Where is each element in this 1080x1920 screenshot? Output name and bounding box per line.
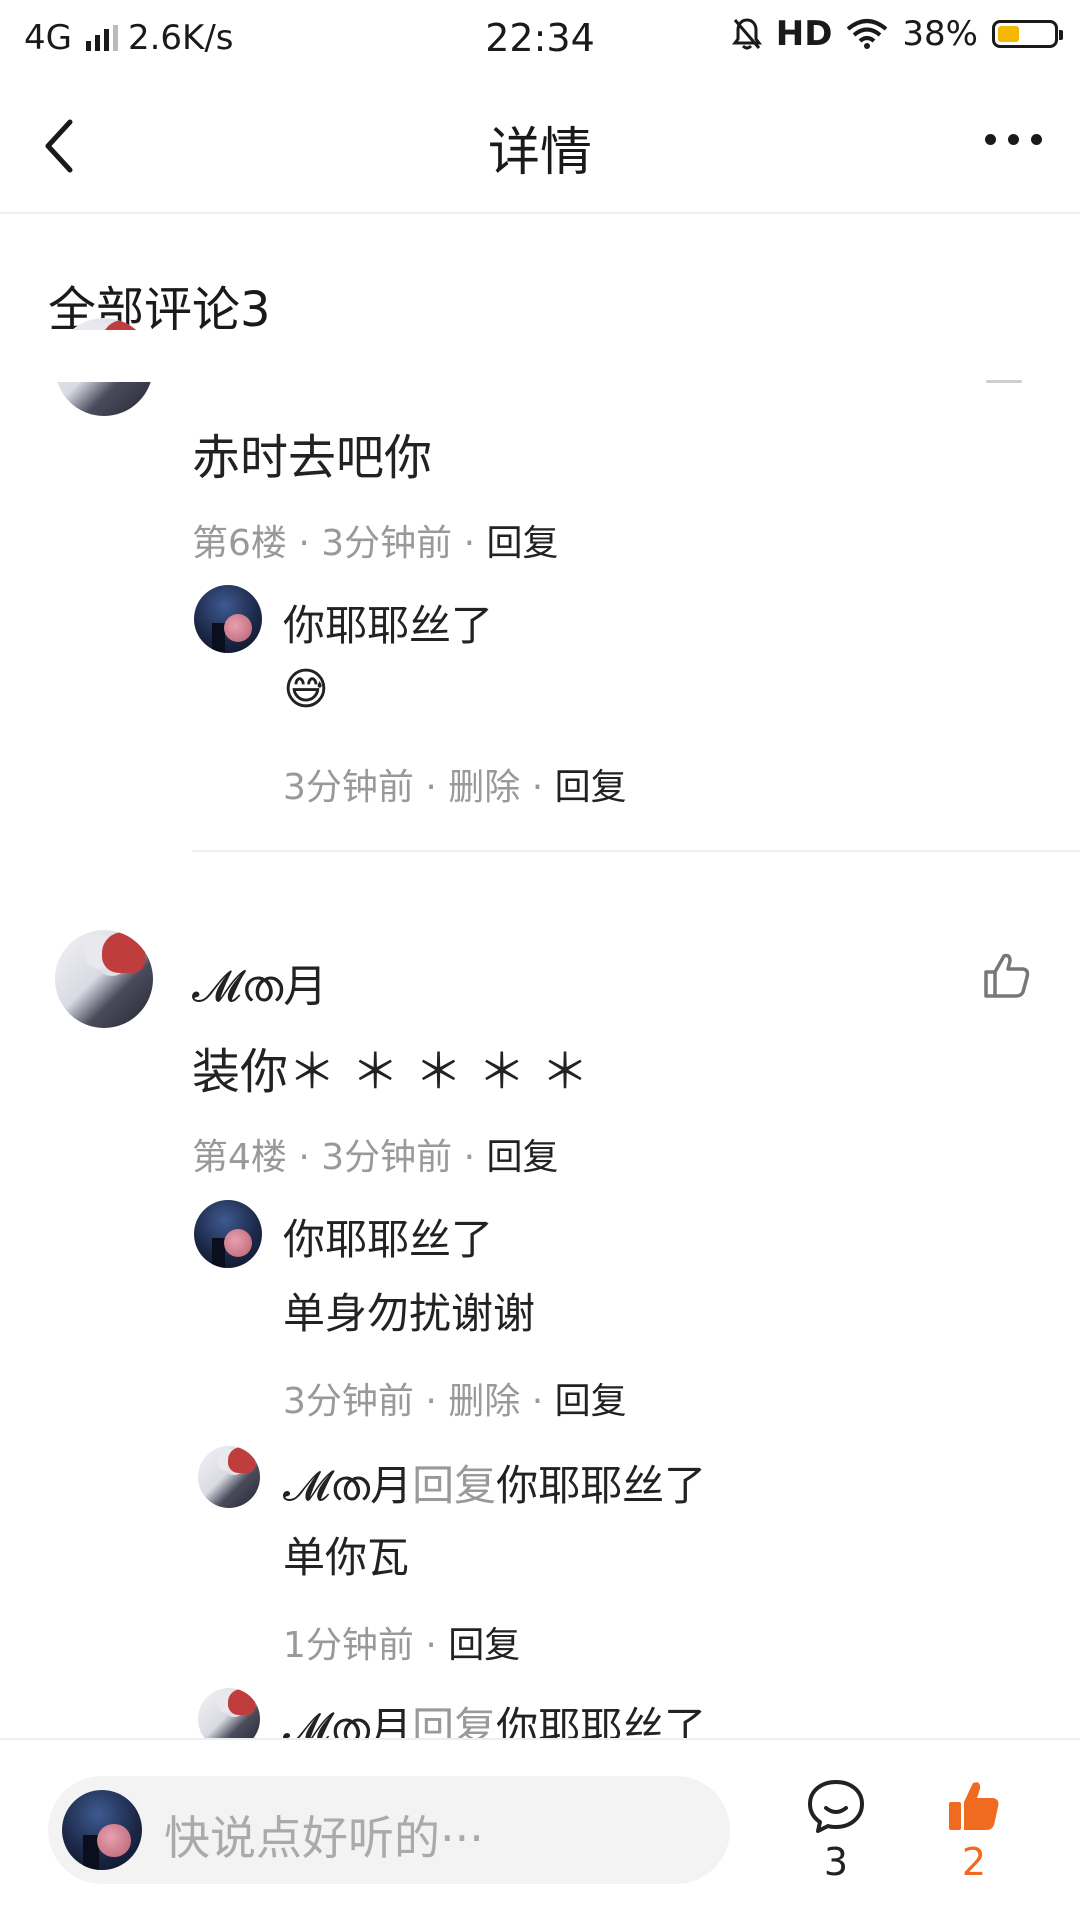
comment-input[interactable]: 快说点好听的··· <box>48 1776 730 1884</box>
reply-username[interactable]: 𝓜ത月 <box>283 1461 412 1510</box>
reply-username[interactable]: 你耶耶丝了 <box>283 592 493 653</box>
reply-time: 3分钟前 <box>283 767 414 808</box>
comment-time: 3分钟前 <box>321 1137 453 1178</box>
reply-avatar[interactable] <box>194 585 262 653</box>
reply-button[interactable]: 回复 <box>487 523 559 564</box>
thumbs-up-filled-icon[interactable] <box>946 1778 1002 1834</box>
delete-button[interactable]: 删除 <box>448 1381 520 1422</box>
reply-meta: 3分钟前 · 删除 · 回复 <box>283 767 627 808</box>
comment-bubble-icon[interactable] <box>806 1778 866 1834</box>
reply-avatar[interactable] <box>198 1446 260 1508</box>
comment-count: 3 <box>823 1840 849 1884</box>
nav-header: 详情 <box>0 78 1080 214</box>
comment-time: 3分钟前 <box>321 523 453 564</box>
reply-meta: 3分钟前 · 删除 · 回复 <box>283 1381 627 1422</box>
reply-text: 单你瓦 <box>283 1533 410 1582</box>
reply-header: 𝓜ത月回复你耶耶丝了 <box>283 1452 706 1513</box>
reply-button[interactable]: 回复 <box>487 1137 559 1178</box>
reply-time: 3分钟前 <box>283 1381 414 1422</box>
comment-meta: 第4楼 · 3分钟前 · 回复 <box>192 1137 559 1178</box>
comment-divider <box>192 850 1080 852</box>
avatar[interactable] <box>55 930 153 1028</box>
bell-off-icon <box>731 18 762 50</box>
reply-button[interactable]: 回复 <box>448 1625 520 1666</box>
battery-fill <box>998 26 1019 42</box>
reply-meta: 1分钟前 · 回复 <box>283 1625 521 1666</box>
comment-content: 装你＊ ＊ ＊ ＊ ＊ <box>192 1044 590 1100</box>
hd-label: HD <box>775 14 833 54</box>
reply-time: 1分钟前 <box>283 1625 414 1666</box>
reply-target-username[interactable]: 你耶耶丝了 <box>496 1461 706 1510</box>
bottom-bar: 快说点好听的··· 3 2 <box>0 1738 1080 1920</box>
more-icon[interactable] <box>985 134 1042 145</box>
reply-button[interactable]: 回复 <box>555 767 627 808</box>
comment-content: 赤时去吧你 <box>192 430 433 486</box>
battery-percent: 38% <box>902 14 978 54</box>
status-right: HD 38% <box>731 14 1063 54</box>
like-icon-partial <box>986 380 1022 383</box>
wifi-icon <box>847 19 888 49</box>
reply-text-emoji: 😅 <box>283 664 329 715</box>
my-avatar <box>62 1790 142 1870</box>
status-bar: 4G 2.6K/s 22:34 HD 38% <box>0 0 1080 78</box>
like-count: 2 <box>961 1840 987 1884</box>
delete-button[interactable]: 删除 <box>448 767 520 808</box>
floor-label: 第4楼 <box>192 1137 287 1178</box>
reply-username[interactable]: 你耶耶丝了 <box>283 1206 493 1267</box>
comment-username[interactable]: 𝓜ത月 <box>192 950 327 1014</box>
reply-button[interactable]: 回复 <box>555 1381 627 1422</box>
floor-label: 第6楼 <box>192 523 287 564</box>
comment-input-placeholder: 快说点好听的··· <box>164 1811 484 1865</box>
reply-avatar[interactable] <box>194 1200 262 1268</box>
battery-icon <box>992 20 1063 48</box>
reply-text: 单身勿扰谢谢 <box>283 1289 536 1338</box>
scroll-clip-mask <box>0 330 1080 382</box>
reply-connector: 回复 <box>412 1461 497 1510</box>
comment-meta: 第6楼 · 3分钟前 · 回复 <box>192 523 559 564</box>
thumbs-up-icon[interactable] <box>982 950 1032 1000</box>
page-title: 详情 <box>487 123 592 183</box>
